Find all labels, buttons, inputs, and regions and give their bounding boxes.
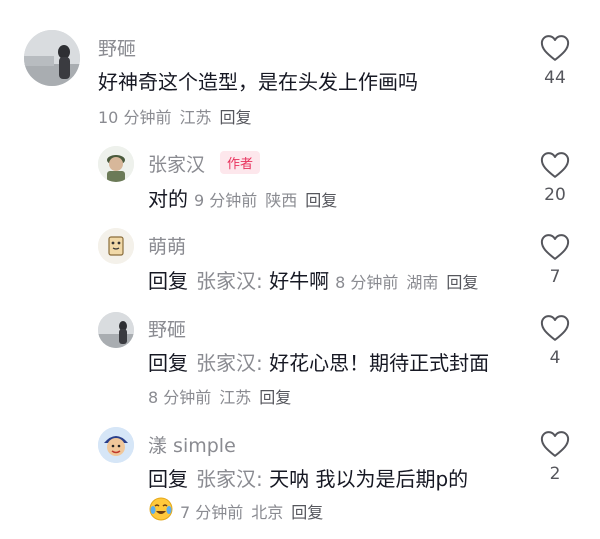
like-count: 44 bbox=[544, 68, 566, 88]
heart-outline-icon bbox=[540, 315, 570, 341]
reply-to-user[interactable]: 张家汉: bbox=[196, 467, 263, 491]
reply-button[interactable]: 回复 bbox=[219, 108, 251, 127]
like-button[interactable]: 4 bbox=[538, 314, 572, 368]
heart-outline-icon bbox=[540, 152, 570, 178]
reply-button[interactable]: 回复 bbox=[259, 388, 291, 407]
heart-outline-icon bbox=[540, 35, 570, 61]
reply-location: 北京 bbox=[251, 503, 284, 522]
reply-location: 江苏 bbox=[219, 388, 252, 407]
like-count: 2 bbox=[549, 464, 561, 484]
like-button[interactable]: 20 bbox=[538, 151, 572, 205]
like-button[interactable]: 7 bbox=[538, 233, 572, 287]
author-badge: 作者 bbox=[220, 151, 261, 174]
heart-outline-icon bbox=[540, 234, 570, 260]
comment-location: 江苏 bbox=[179, 108, 212, 127]
avatar[interactable] bbox=[24, 30, 80, 86]
crying-laughing-emoji-icon bbox=[148, 496, 174, 522]
reply-content: 好花心思！期待正式封面 bbox=[269, 351, 490, 375]
reply-to-user[interactable]: 张家汉: bbox=[196, 269, 263, 293]
reply-prefix: 回复 bbox=[148, 351, 188, 375]
reply-author[interactable]: 张家汉 bbox=[148, 150, 205, 177]
reply-text[interactable]: 回复 张家汉: 好牛啊 8 分钟前 湖南 回复 bbox=[148, 265, 478, 294]
comment-text[interactable]: 好神奇这个造型，是在头发上作画吗 bbox=[98, 66, 418, 95]
reply-content: 对的 bbox=[148, 187, 188, 211]
reply-content: 天呐 我以为是后期p的 bbox=[269, 467, 469, 491]
reply-prefix: 回复 bbox=[148, 467, 188, 491]
reply-meta: 9 分钟前 陕西 回复 bbox=[194, 191, 337, 210]
reply-text[interactable]: 对的 9 分钟前 陕西 回复 bbox=[148, 183, 337, 212]
reply-location: 陕西 bbox=[265, 191, 298, 210]
avatar[interactable] bbox=[98, 228, 134, 264]
avatar[interactable] bbox=[98, 427, 134, 463]
like-button[interactable]: 2 bbox=[538, 430, 572, 484]
reply-text[interactable]: 回复 张家汉: 好花心思！期待正式封面 bbox=[148, 347, 489, 376]
reply-time: 8 分钟前 bbox=[335, 273, 399, 292]
like-count: 7 bbox=[549, 267, 561, 287]
avatar[interactable] bbox=[98, 312, 134, 348]
heart-outline-icon bbox=[540, 431, 570, 457]
reply-time: 9 分钟前 bbox=[194, 191, 258, 210]
like-button[interactable]: 44 bbox=[538, 34, 572, 88]
comment-author[interactable]: 野砸 bbox=[98, 34, 136, 61]
reply-meta: 7 分钟前 北京 回复 bbox=[180, 499, 323, 523]
reply-author[interactable]: 野砸 bbox=[148, 315, 186, 342]
reply-button[interactable]: 回复 bbox=[446, 273, 478, 292]
reply-button[interactable]: 回复 bbox=[305, 191, 337, 210]
reply-button[interactable]: 回复 bbox=[291, 503, 323, 522]
reply-author[interactable]: 漾 simple bbox=[148, 431, 236, 458]
reply-text[interactable]: 回复 张家汉: 天呐 我以为是后期p的 bbox=[148, 463, 468, 492]
reply-location: 湖南 bbox=[406, 273, 439, 292]
reply-to-user[interactable]: 张家汉: bbox=[196, 351, 263, 375]
like-count: 4 bbox=[549, 348, 561, 368]
reply-time: 7 分钟前 bbox=[180, 503, 244, 522]
avatar[interactable] bbox=[98, 146, 134, 182]
reply-prefix: 回复 bbox=[148, 269, 188, 293]
reply-author[interactable]: 萌萌 bbox=[148, 232, 186, 259]
reply-time: 8 分钟前 bbox=[148, 388, 212, 407]
reply-content: 好牛啊 bbox=[269, 269, 330, 293]
like-count: 20 bbox=[544, 185, 566, 205]
comment-meta: 10 分钟前 江苏 回复 bbox=[98, 104, 251, 128]
reply-meta: 8 分钟前 江苏 回复 bbox=[148, 384, 291, 408]
reply-meta: 8 分钟前 湖南 回复 bbox=[335, 273, 478, 292]
comment-time: 10 分钟前 bbox=[98, 108, 172, 127]
